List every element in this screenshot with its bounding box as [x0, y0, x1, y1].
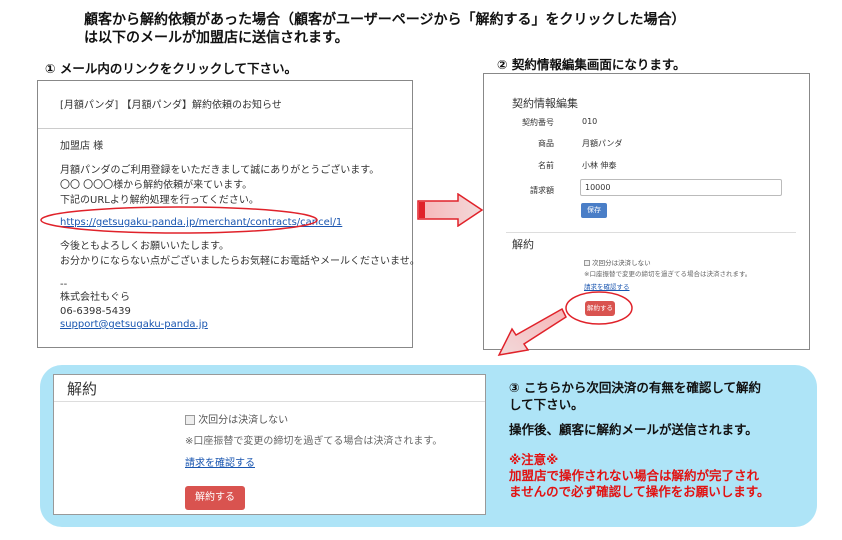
section-divider — [506, 232, 796, 233]
amount-input[interactable]: 10000 — [580, 179, 782, 196]
cancel-button-highlight-ellipse — [565, 291, 633, 325]
next-payment-checkbox-label: 次回分は決済しない — [592, 259, 651, 267]
caution-title: ※注意※ — [509, 452, 559, 467]
zoom-confirm-billing-link[interactable]: 請求を確認する — [185, 454, 255, 469]
email-subject: [月額パンダ] 【月額パンダ】解約依頼のお知らせ — [60, 100, 282, 111]
caution-line1: 加盟店で操作されない場合は解約が完了され — [509, 468, 760, 483]
email-divider — [38, 128, 412, 129]
field-label-amount: 請求額 — [530, 186, 554, 195]
step3-line1: ③ こちらから次回決済の有無を確認して解約 — [509, 380, 762, 395]
zoom-checkbox-label: 次回分は決済しない — [198, 415, 289, 426]
cancel-panel-zoom: 解約 次回分は決済しない ※口座振替で変更の締切を過ぎてる場合は決済されます。 … — [53, 374, 486, 515]
field-label-name: 名前 — [538, 161, 554, 170]
field-value-contract-no: 010 — [582, 117, 598, 126]
zoom-cancel-title: 解約 — [67, 380, 98, 398]
email-body-line2: 〇〇 〇〇〇様から解約依頼が来ています。 — [60, 180, 253, 191]
transfer-note: ※口座振替で変更の締切を過ぎてる場合は決済されます。 — [584, 270, 752, 278]
next-payment-checkbox-row[interactable]: 次回分は決済しない — [584, 257, 651, 267]
signature-company: 株式会社もぐら — [60, 292, 130, 303]
page-heading-line1: 顧客から解約依頼があった場合（顧客がユーザーページから「解約する」をクリックした… — [84, 12, 686, 28]
next-payment-checkbox[interactable] — [584, 260, 590, 266]
step2-label: ② 契約情報編集画面になります。 — [497, 57, 686, 72]
zoom-checkbox-row[interactable]: 次回分は決済しない — [185, 411, 288, 426]
field-label-product: 商品 — [538, 139, 554, 148]
zoom-next-payment-checkbox[interactable] — [185, 415, 195, 425]
email-closing-line1: 今後ともよろしくお願いいたします。 — [60, 241, 229, 252]
after-operation-note: 操作後、顧客に解約メールが送信されます。 — [509, 422, 758, 437]
zoom-transfer-note: ※口座振替で変更の締切を過ぎてる場合は決済されます。 — [185, 436, 443, 447]
arrow-down-left-icon — [497, 307, 567, 356]
arrow-right-icon — [417, 193, 484, 227]
email-greeting: 加盟店 様 — [60, 141, 104, 152]
email-closing-line2: お分かりにならない点がございましたらお気軽にお電話やメールくださいませ。 — [60, 256, 420, 267]
page-heading-line2: は以下のメールが加盟店に送信されます。 — [84, 30, 349, 46]
field-label-contract-no: 契約番号 — [522, 118, 554, 127]
save-button[interactable]: 保存 — [581, 203, 607, 218]
step3-line2: して下さい。 — [509, 397, 584, 412]
cancel-section-title: 解約 — [512, 238, 534, 251]
step1-label: ① メール内のリンクをクリックして下さい。 — [45, 61, 298, 76]
email-body-line1: 月額パンダのご利用登録をいただきまして誠にありがとうございます。 — [60, 165, 380, 176]
signature-email-link[interactable]: support@getsugaku-panda.jp — [60, 317, 208, 332]
field-value-product: 月額パンダ — [582, 139, 623, 148]
zoom-cancel-contract-button[interactable]: 解約する — [185, 486, 245, 510]
url-highlight-ellipse — [40, 206, 318, 234]
field-value-name: 小林 伸泰 — [582, 161, 617, 170]
zoom-divider — [54, 401, 485, 402]
contract-edit-title: 契約情報編集 — [512, 97, 578, 110]
caution-line2: ませんので必ず確認して操作をお願いします。 — [509, 484, 770, 499]
